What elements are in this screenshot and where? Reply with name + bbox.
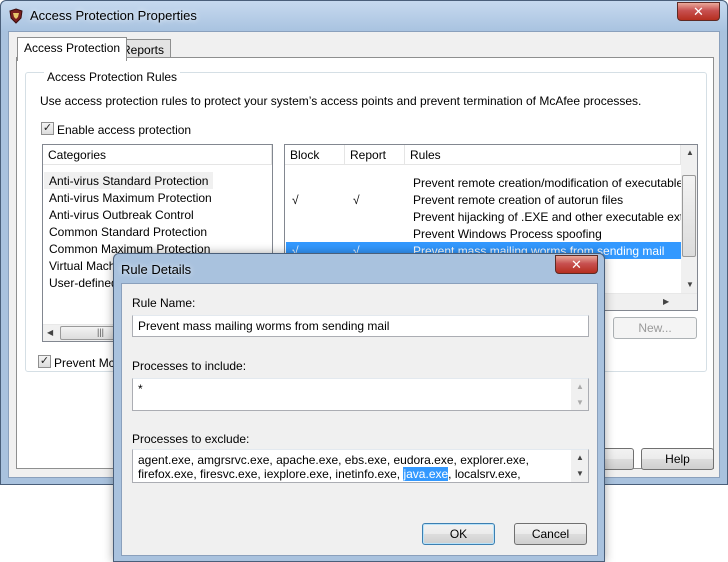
cancel-button[interactable]: Cancel [514,523,587,545]
list-item[interactable]: Anti-virus Maximum Protection [44,189,217,206]
block-header-label: Block [290,148,320,162]
selected-text: java.exe [403,467,449,481]
category-label: Anti-virus Standard Protection [49,174,209,188]
rules-header-label: Rules [410,148,441,162]
new-rule-button[interactable]: New... [613,317,697,339]
exclude-label: Processes to exclude: [132,432,250,446]
include-vscrollbar[interactable]: ▲ ▼ [571,379,588,410]
dialog-client-area: Rule Name: Prevent mass mailing worms fr… [121,283,598,556]
scroll-down-icon[interactable]: ▼ [576,469,584,478]
close-icon: ✕ [571,257,582,272]
dialog-title: Rule Details [121,262,192,277]
scroll-up-icon[interactable]: ▲ [576,453,584,462]
categories-header-label: Categories [48,148,107,162]
rule-name-label: Rule Name: [132,296,196,310]
enable-access-protection-label: Enable access protection [57,123,192,137]
ok-button[interactable]: OK [422,523,495,545]
processes-exclude-field[interactable]: agent.exe, amgrsrvc.exe, apache.exe, ebs… [132,449,589,483]
rule-details-dialog: Rule Details ✕ Rule Name: Prevent mass m… [113,253,605,562]
table-row[interactable]: Prevent remote creation/modification of … [286,174,697,191]
category-label: Anti-virus Outbreak Control [49,208,194,222]
rule-cell: Prevent Windows Process spoofing [413,227,602,241]
scroll-thumb[interactable] [682,175,696,257]
tab-label: Access Protection [24,41,121,55]
exclude-text-after: , localsrv.exe, [448,467,521,481]
include-value: * [138,382,143,396]
rule-cell: Prevent remote creation/modification of … [413,176,698,190]
rule-name-field[interactable]: Prevent mass mailing worms from sending … [132,315,589,337]
checkmark-icon: ✓ [42,122,53,134]
exclude-text-before: firefox.exe, firesvc.exe, iexplore.exe, … [138,467,404,481]
include-label: Processes to include: [132,359,247,373]
scroll-up-icon[interactable]: ▲ [686,148,694,157]
report-cell: √ [353,193,360,207]
exclude-line-2: firefox.exe, firesvc.exe, iexplore.exe, … [138,467,521,481]
groupbox-title: Access Protection Rules [44,70,181,84]
category-label: Common Standard Protection [49,225,208,239]
report-column-header[interactable]: Report [345,145,405,165]
scroll-down-icon[interactable]: ▼ [686,280,694,289]
scroll-right-icon[interactable]: ▶ [663,297,669,306]
categories-header[interactable]: Categories [43,145,272,165]
window-title: Access Protection Properties [30,8,197,23]
new-button-label: New... [638,321,672,335]
rules-column-header[interactable]: Rules [405,145,681,165]
table-row[interactable]: √ √ Prevent remote creation of autorun f… [286,191,681,208]
prevent-mcafee-checkbox[interactable]: ✓ [38,355,51,368]
scroll-down-icon[interactable]: ▼ [576,398,584,407]
mcafee-shield-icon [9,8,23,24]
list-item[interactable]: Common Standard Protection [44,223,212,240]
tab-access-protection[interactable]: Access Protection [17,37,128,61]
rules-vscrollbar[interactable]: ▲ ▼ [681,145,697,293]
main-title-bar[interactable]: Access Protection Properties ✕ [1,1,727,31]
scroll-left-icon[interactable]: ◀ [47,328,53,337]
tab-label: Reports [122,43,165,57]
exclude-line-1: agent.exe, amgrsrvc.exe, apache.exe, ebs… [138,453,529,467]
help-button-label: Help [665,452,690,466]
rule-name-value: Prevent mass mailing worms from sending … [138,319,390,333]
exclude-vscrollbar[interactable]: ▲ ▼ [571,450,588,482]
table-row[interactable]: Prevent Windows Process spoofing [286,225,681,242]
enable-access-protection-checkbox[interactable]: ✓ [41,122,54,135]
rule-cell: Prevent hijacking of .EXE and other exec… [413,210,698,224]
cancel-button-label: Cancel [531,527,570,541]
close-dialog-button[interactable]: ✕ [555,255,598,274]
list-item[interactable]: Anti-virus Standard Protection [44,172,214,189]
category-label: Anti-virus Maximum Protection [49,191,212,205]
grip-icon: ||| [97,327,105,337]
checkmark-icon: ✓ [39,355,50,367]
table-row[interactable]: Prevent hijacking of .EXE and other exec… [286,208,697,225]
rule-cell: Prevent remote creation of autorun files [413,193,624,207]
ok-button-label: OK [449,527,468,541]
block-column-header[interactable]: Block [285,145,345,165]
list-item[interactable]: Anti-virus Outbreak Control [44,206,199,223]
processes-include-field[interactable]: * ▲ ▼ [132,378,589,411]
block-cell: √ [292,193,299,207]
scroll-up-icon[interactable]: ▲ [576,382,584,391]
report-header-label: Report [350,148,387,162]
description-text: Use access protection rules to protect y… [40,94,642,108]
help-button[interactable]: Help [641,448,714,470]
close-window-button[interactable]: ✕ [677,2,720,21]
close-icon: ✕ [693,4,704,19]
